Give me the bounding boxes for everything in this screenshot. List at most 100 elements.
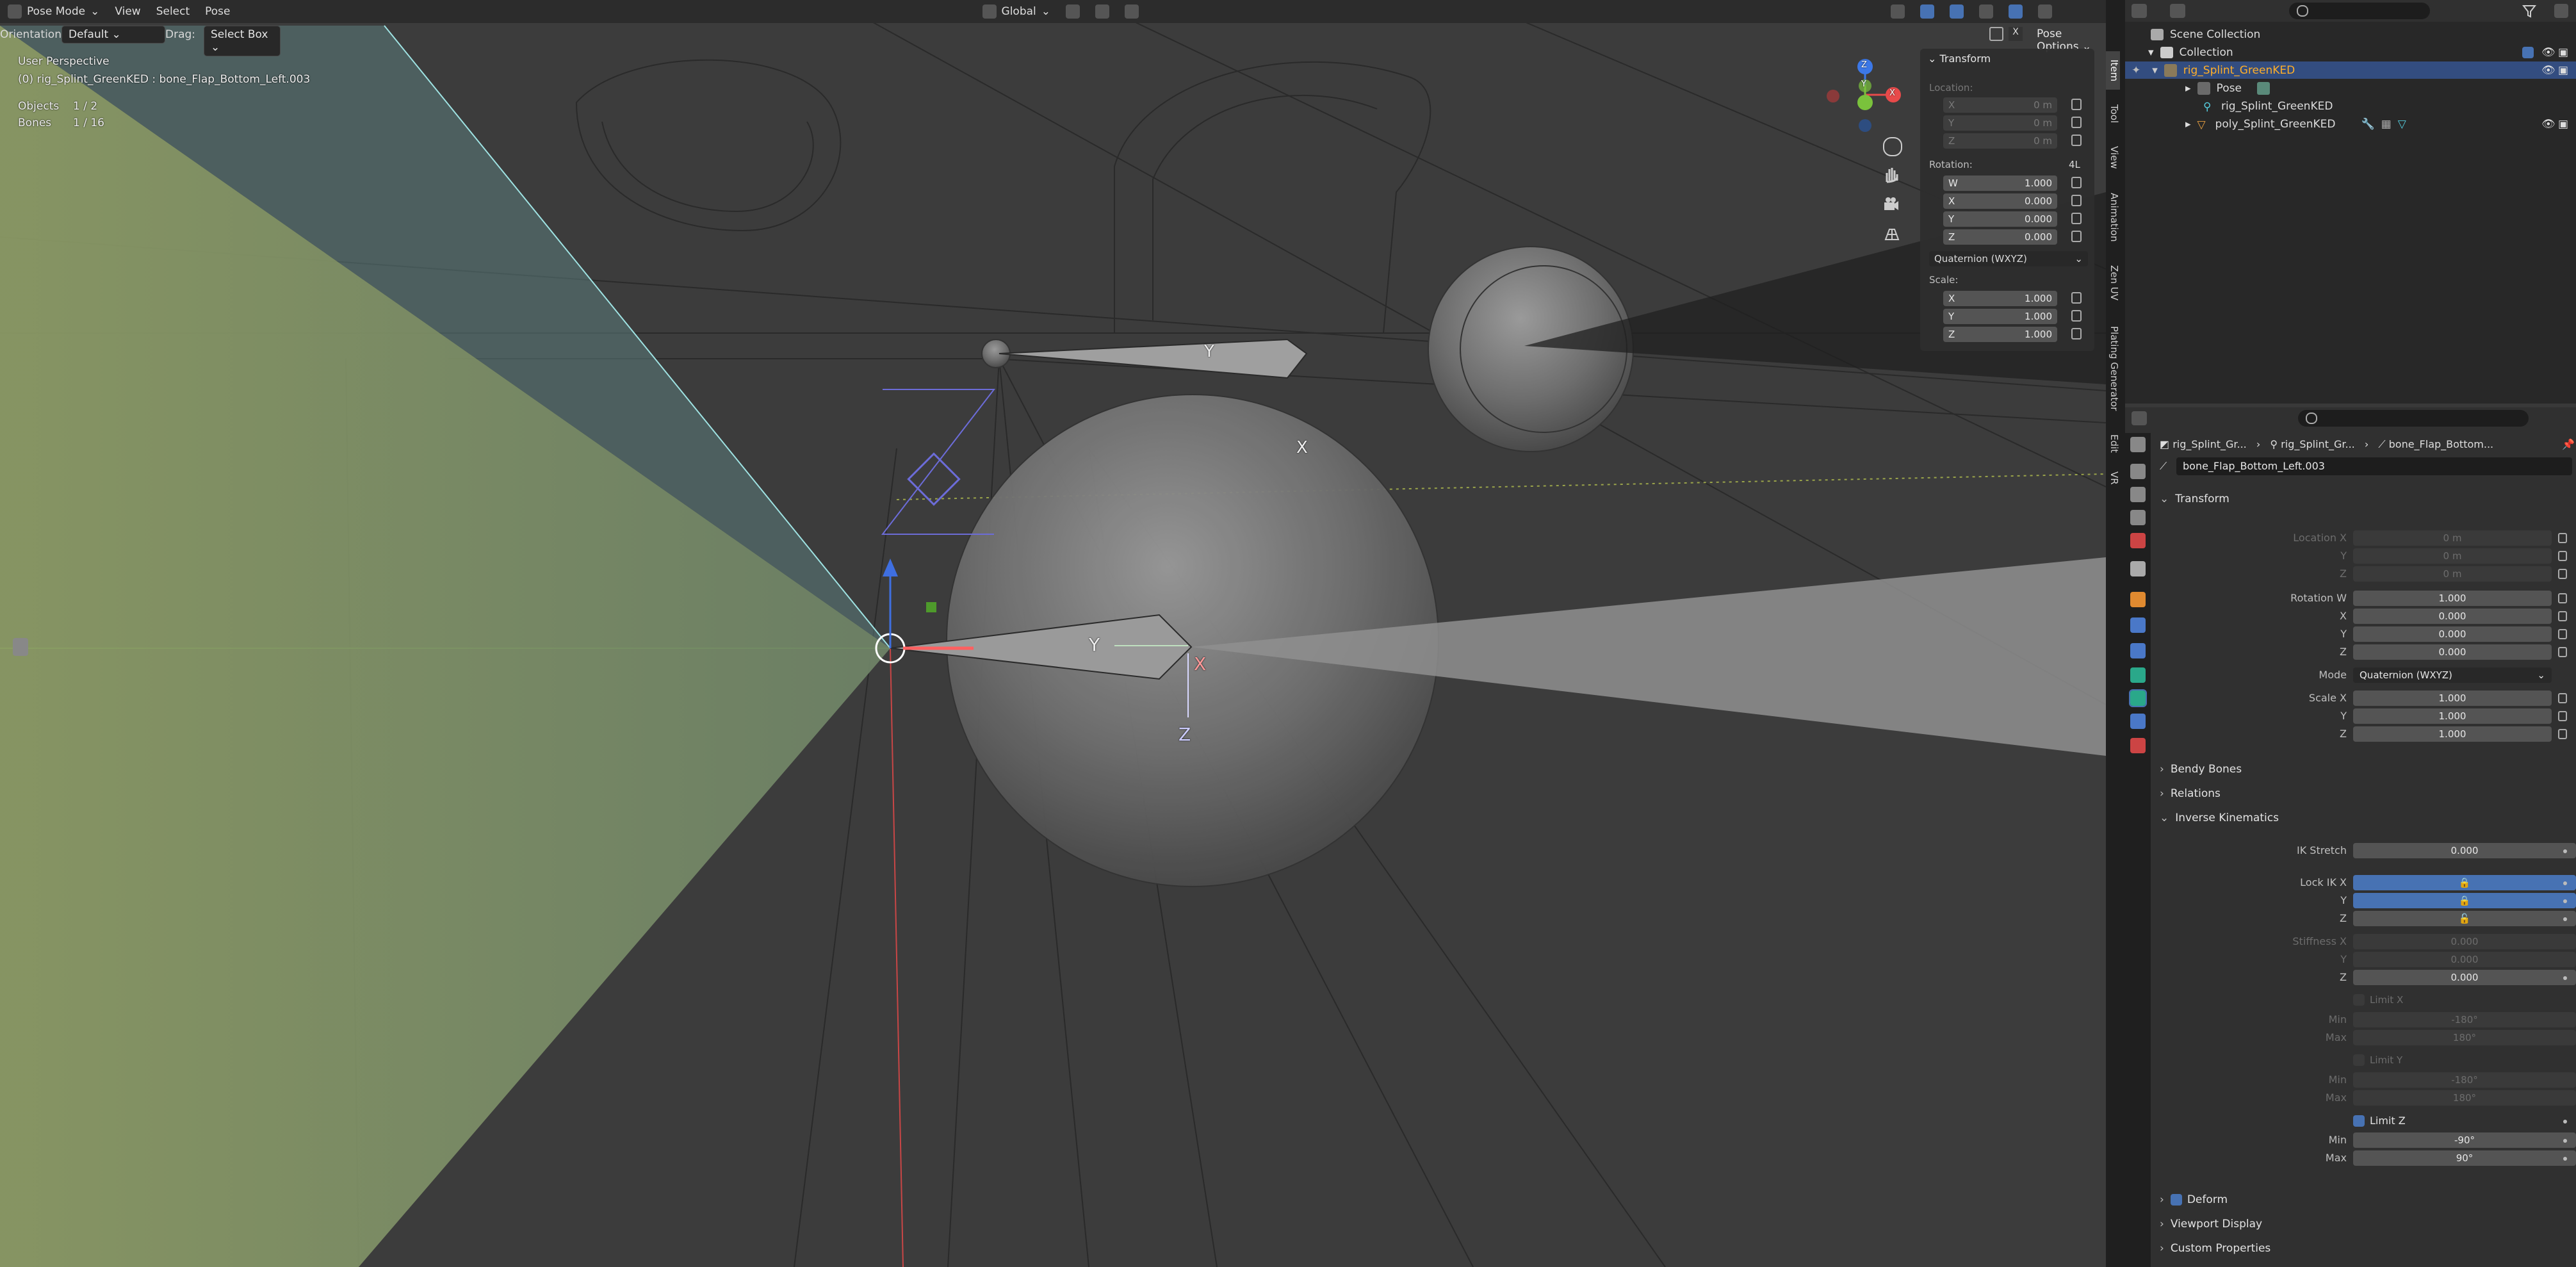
lock-icon[interactable] bbox=[2558, 693, 2567, 703]
lock-icon[interactable] bbox=[2071, 213, 2082, 224]
custom-properties-section-header[interactable]: › Custom Properties bbox=[2155, 1239, 2571, 1258]
render-tab-icon[interactable] bbox=[2130, 464, 2146, 479]
side-light-icon[interactable] bbox=[13, 638, 28, 656]
relations-section-header[interactable]: › Relations bbox=[2155, 784, 2571, 803]
deform-section-header[interactable]: › Deform bbox=[2155, 1190, 2571, 1209]
shading-solid[interactable] bbox=[2030, 3, 2060, 20]
tab-tool[interactable]: Tool bbox=[2106, 95, 2120, 133]
lock-icon[interactable] bbox=[2558, 611, 2567, 621]
limit-x-checkbox[interactable] bbox=[2353, 994, 2365, 1006]
limit-y-max-field[interactable]: 180° bbox=[2353, 1090, 2576, 1106]
outliner-row-rig[interactable]: ✦ ▾ rig_Splint_GreenKED 👁 ▣ bbox=[2125, 61, 2576, 79]
scale-y-field[interactable]: 1.000 bbox=[2353, 708, 2552, 724]
camera-icon[interactable] bbox=[1883, 196, 1900, 213]
visibility-dropdown[interactable] bbox=[1883, 3, 1912, 20]
lock-icon[interactable] bbox=[2558, 569, 2567, 579]
keyframe-dot[interactable] bbox=[2563, 976, 2567, 980]
rotation-z-field[interactable]: 0.000 bbox=[2353, 644, 2552, 660]
lock-icon[interactable] bbox=[2558, 729, 2567, 739]
tab-plating-generator[interactable]: Plating Generator bbox=[2106, 314, 2120, 423]
lock-icon[interactable] bbox=[2558, 629, 2567, 639]
hand-pan-icon[interactable] bbox=[1883, 167, 1900, 183]
loc-x-field[interactable]: X 0 m bbox=[1943, 97, 2057, 113]
3d-viewport[interactable]: Z Y X Y X Y X Z Pose Mode ⌄ View Select P… bbox=[0, 0, 2106, 1267]
scale-z-field[interactable]: 1.000 bbox=[2353, 726, 2552, 742]
lock-ik-z-toggle[interactable]: 🔓 bbox=[2353, 911, 2576, 926]
limit-x-min-field[interactable]: -180° bbox=[2353, 1012, 2576, 1027]
bendy-bones-section-header[interactable]: › Bendy Bones bbox=[2155, 760, 2571, 779]
outliner-row-mesh[interactable]: ▸ ▽ poly_Splint_GreenKED 🔧 ▦ ▽ 👁 ▣ bbox=[2125, 115, 2576, 133]
tab-edit[interactable]: Edit bbox=[2106, 428, 2120, 460]
location-x-field[interactable]: 0 m bbox=[2353, 530, 2552, 546]
outliner-row-armature-data[interactable]: ⚲ rig_Splint_GreenKED bbox=[2125, 97, 2576, 115]
tab-item[interactable]: Item bbox=[2106, 51, 2120, 90]
limit-z-checkbox[interactable] bbox=[2353, 1115, 2365, 1127]
lock-icon[interactable] bbox=[2558, 593, 2567, 603]
orientation-dropdown[interactable]: Default ⌄ bbox=[61, 26, 165, 44]
limit-y-checkbox[interactable] bbox=[2353, 1054, 2365, 1066]
limit-z-min-field[interactable]: -90° bbox=[2353, 1132, 2576, 1148]
outliner-row-scene-collection[interactable]: Scene Collection bbox=[2125, 26, 2576, 43]
chevron-right-icon[interactable]: ▸ bbox=[2185, 82, 2191, 95]
bone-name-field[interactable]: bone_Flap_Bottom_Left.003 bbox=[2176, 457, 2572, 475]
outliner-search-input[interactable] bbox=[2289, 3, 2430, 19]
world-tab-icon[interactable] bbox=[2130, 561, 2146, 576]
gizmo-toggle[interactable] bbox=[1912, 3, 1942, 20]
tab-animation[interactable]: Animation bbox=[2106, 182, 2120, 252]
deform-checkbox[interactable] bbox=[2170, 1194, 2182, 1206]
bone-tab-icon[interactable] bbox=[2129, 689, 2147, 707]
rot-w-field[interactable]: W 1.000 bbox=[1943, 176, 2057, 191]
scale-y-field[interactable]: Y 1.000 bbox=[1943, 309, 2057, 324]
location-y-field[interactable]: 0 m bbox=[2353, 548, 2552, 564]
menu-view[interactable]: View bbox=[107, 3, 148, 20]
shading-wireframe[interactable] bbox=[2001, 3, 2030, 20]
mode-dropdown[interactable]: Pose Mode ⌄ bbox=[0, 3, 107, 20]
limit-z-checkbox-row[interactable]: Limit Z bbox=[2353, 1115, 2406, 1127]
breadcrumb-bone[interactable]: bone_Flap_Bottom... bbox=[2389, 438, 2493, 450]
lock-icon[interactable] bbox=[2558, 711, 2567, 721]
lock-icon[interactable] bbox=[2071, 117, 2082, 128]
loc-z-field[interactable]: Z 0 m bbox=[1943, 133, 2057, 149]
camera-render-icon[interactable]: ▣ bbox=[2558, 118, 2568, 131]
output-tab-icon[interactable] bbox=[2130, 487, 2146, 502]
scene-tab-icon[interactable] bbox=[2130, 533, 2146, 548]
overlay-toggle[interactable] bbox=[1942, 3, 1971, 20]
lock-icon[interactable] bbox=[2071, 135, 2082, 146]
bone-constraint-tab-icon[interactable] bbox=[2130, 714, 2146, 729]
armature-mode-icon[interactable]: ✦ bbox=[2132, 64, 2140, 77]
menu-select[interactable]: Select bbox=[149, 3, 197, 20]
lock-icon[interactable] bbox=[2071, 177, 2082, 188]
lock-ik-y-toggle[interactable]: 🔒 bbox=[2353, 893, 2576, 908]
grid-icon[interactable] bbox=[1883, 225, 1900, 242]
lock-icon[interactable] bbox=[2558, 647, 2567, 657]
display-mode-icon[interactable] bbox=[2170, 4, 2185, 18]
rotation-mode-dropdown[interactable]: Quaternion (WXYZ) ⌄ bbox=[1929, 251, 2088, 266]
chevron-down-icon[interactable]: ▾ bbox=[2152, 64, 2158, 77]
ik-section-header[interactable]: ⌄ Inverse Kinematics bbox=[2155, 808, 2571, 828]
pivot-dropdown[interactable] bbox=[1058, 3, 1088, 20]
rot-y-field[interactable]: Y 0.000 bbox=[1943, 211, 2057, 227]
limit-y-min-field[interactable]: -180° bbox=[2353, 1072, 2576, 1088]
stiffness-z-field[interactable]: 0.000 bbox=[2353, 970, 2576, 985]
location-z-field[interactable]: 0 m bbox=[2353, 566, 2552, 582]
object-tab-icon[interactable] bbox=[2130, 592, 2146, 607]
rotation-w-field[interactable]: 1.000 bbox=[2353, 591, 2552, 606]
camera-render-icon[interactable]: ▣ bbox=[2558, 64, 2568, 77]
breadcrumb-object[interactable]: rig_Splint_Gr... bbox=[2172, 438, 2247, 450]
rotation-y-field[interactable]: 0.000 bbox=[2353, 626, 2552, 642]
stiffness-x-field[interactable]: 0.000 bbox=[2353, 934, 2576, 949]
breadcrumb-armature[interactable]: rig_Splint_Gr... bbox=[2281, 438, 2355, 450]
stiffness-y-field[interactable]: 0.000 bbox=[2353, 952, 2576, 967]
lock-icon[interactable] bbox=[2071, 328, 2082, 339]
lock-icon[interactable] bbox=[2071, 99, 2082, 110]
snap-toggle[interactable] bbox=[1088, 3, 1117, 20]
keyframe-dot[interactable] bbox=[2563, 1157, 2567, 1161]
tab-view[interactable]: View bbox=[2106, 138, 2120, 177]
chevron-right-icon[interactable]: ▸ bbox=[2185, 118, 2191, 131]
chevron-down-icon[interactable]: ▾ bbox=[2148, 46, 2154, 59]
keyframe-dot[interactable] bbox=[2563, 1120, 2567, 1124]
constraints-tab-icon[interactable] bbox=[2130, 643, 2146, 658]
viewport-scene[interactable] bbox=[0, 0, 2106, 1267]
limit-y-checkbox-row[interactable]: Limit Y bbox=[2353, 1054, 2402, 1066]
lock-icon[interactable] bbox=[2558, 551, 2567, 561]
